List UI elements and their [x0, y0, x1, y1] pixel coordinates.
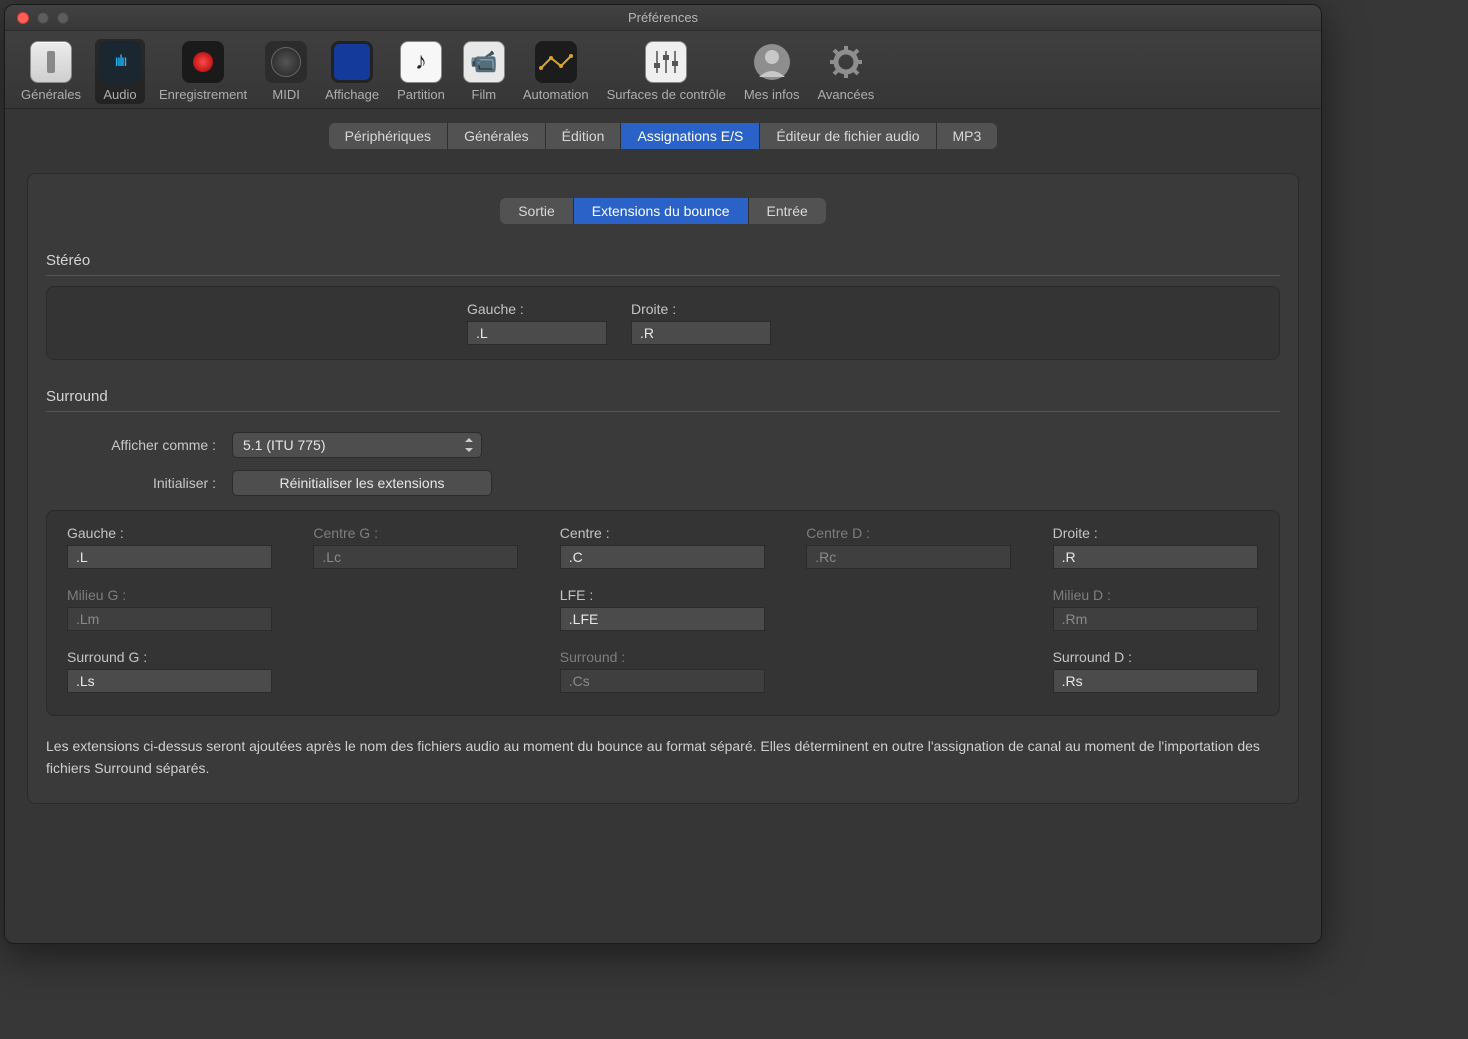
toolbar-item-control-surfaces[interactable]: Surfaces de contrôle — [603, 39, 730, 104]
show-as-label: Afficher comme : — [50, 437, 220, 453]
titlebar: Préférences — [5, 5, 1321, 31]
divider — [46, 275, 1280, 276]
audio-subtabs: Périphériques Générales Édition Assignat… — [329, 123, 998, 149]
toolbar-item-recording[interactable]: Enregistrement — [155, 39, 251, 104]
initialize-label: Initialiser : — [50, 475, 220, 491]
tab-bounce-extensions[interactable]: Extensions du bounce — [574, 198, 749, 224]
field-label: Milieu D : — [1053, 587, 1259, 603]
tab-output[interactable]: Sortie — [500, 198, 574, 224]
surround-d-field[interactable] — [1053, 669, 1258, 693]
faders-icon — [645, 41, 687, 83]
field-label: Centre G : — [313, 525, 519, 541]
preferences-window: Préférences Générales ıılıı Audio Enregi… — [4, 4, 1322, 944]
tab-io-assignments[interactable]: Assignations E/S — [621, 123, 760, 149]
toolbar-item-advanced[interactable]: Avancées — [813, 39, 878, 104]
tab-devices[interactable]: Périphériques — [329, 123, 448, 149]
field-label: Centre D : — [806, 525, 1012, 541]
stereo-heading: Stéréo — [46, 252, 1280, 269]
divider — [46, 411, 1280, 412]
tab-editing[interactable]: Édition — [546, 123, 622, 149]
show-as-select[interactable]: 5.1 (ITU 775) — [232, 432, 482, 458]
field-label: Surround D : — [1053, 649, 1259, 665]
content-area: Périphériques Générales Édition Assignat… — [5, 109, 1321, 826]
tab-general[interactable]: Générales — [448, 123, 546, 149]
midi-icon — [265, 41, 307, 83]
field-label: Gauche : — [67, 525, 273, 541]
milieu-g-field[interactable] — [67, 607, 272, 631]
gear-icon — [825, 41, 867, 83]
surround-g-field[interactable] — [67, 669, 272, 693]
toolbar-item-display[interactable]: Affichage — [321, 39, 383, 104]
toolbar-item-midi[interactable]: MIDI — [261, 39, 311, 104]
io-mode-tabs: Sortie Extensions du bounce Entrée — [500, 198, 826, 224]
droite-field[interactable] — [1053, 545, 1258, 569]
toolbar-item-automation[interactable]: Automation — [519, 39, 593, 104]
preferences-toolbar: Générales ıılıı Audio Enregistrement MID… — [5, 31, 1321, 109]
toolbar-item-film[interactable]: 📹 Film — [459, 39, 509, 104]
centre-g-field[interactable] — [313, 545, 518, 569]
toolbar-item-audio[interactable]: ıılıı Audio — [95, 39, 145, 104]
stereo-left-field[interactable] — [467, 321, 607, 345]
field-label: Droite : — [1053, 525, 1259, 541]
record-icon — [182, 41, 224, 83]
window-title: Préférences — [5, 10, 1321, 25]
toolbar-item-general[interactable]: Générales — [17, 39, 85, 104]
tab-audio-file-editor[interactable]: Éditeur de fichier audio — [760, 123, 936, 149]
stereo-right-label: Droite : — [631, 301, 771, 317]
milieu-d-field[interactable] — [1053, 607, 1258, 631]
toolbar-item-my-info[interactable]: Mes infos — [740, 39, 804, 104]
waveform-icon: ıılıı — [99, 41, 141, 83]
display-icon — [331, 41, 373, 83]
lfe-field[interactable] — [560, 607, 765, 631]
stereo-left-label: Gauche : — [467, 301, 607, 317]
surround-controls: Afficher comme : 5.1 (ITU 775) Initialis… — [50, 432, 1280, 496]
toolbar-item-score[interactable]: ♪ Partition — [393, 39, 449, 104]
gauche-field[interactable] — [67, 545, 272, 569]
field-label: Milieu G : — [67, 587, 273, 603]
camera-icon: 📹 — [463, 41, 505, 83]
field-label: Surround G : — [67, 649, 273, 665]
tab-mp3[interactable]: MP3 — [937, 123, 998, 149]
score-icon: ♪ — [400, 41, 442, 83]
stereo-group: Gauche : Droite : — [46, 286, 1280, 360]
footnote-text: Les extensions ci-dessus seront ajoutées… — [46, 736, 1280, 779]
io-panel: Sortie Extensions du bounce Entrée Stéré… — [27, 173, 1299, 804]
stereo-right-field[interactable] — [631, 321, 771, 345]
switch-icon — [30, 41, 72, 83]
reset-extensions-button[interactable]: Réinitialiser les extensions — [232, 470, 492, 496]
field-label: LFE : — [560, 587, 766, 603]
field-label: Centre : — [560, 525, 766, 541]
surround-group: Gauche : Centre G : Centre : Centre D : — [46, 510, 1280, 716]
user-icon — [751, 41, 793, 83]
tab-input[interactable]: Entrée — [749, 198, 826, 224]
field-label: Surround : — [560, 649, 766, 665]
centre-d-field[interactable] — [806, 545, 1011, 569]
automation-icon — [535, 41, 577, 83]
surround-heading: Surround — [46, 388, 1280, 405]
surround-c-field[interactable] — [560, 669, 765, 693]
centre-field[interactable] — [560, 545, 765, 569]
